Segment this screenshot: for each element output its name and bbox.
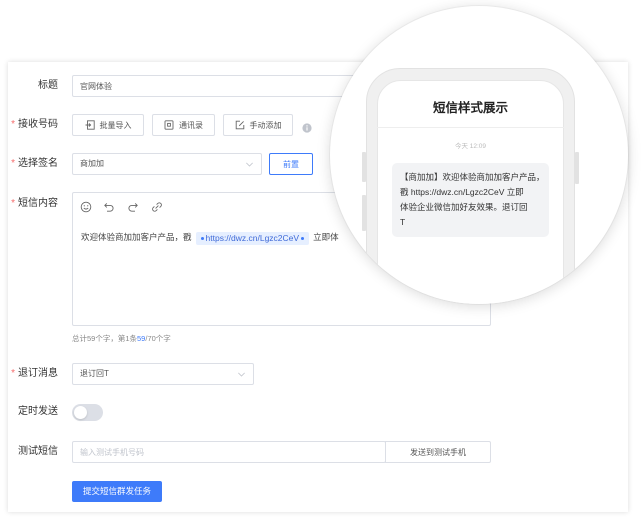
message-line: 戳 https://dwz.cn/Lgzc2CeV 立即 xyxy=(400,187,524,197)
chevron-down-icon xyxy=(246,162,253,167)
redo-icon[interactable] xyxy=(127,201,139,213)
message-line: 体验企业微信加好友效果。退订回 xyxy=(400,202,528,212)
test-phone-field[interactable] xyxy=(72,441,386,463)
preview-divider xyxy=(377,127,564,128)
title-label: 标题 xyxy=(8,75,58,97)
recipients-label: * 接收号码 xyxy=(8,114,58,136)
contacts-icon xyxy=(164,120,174,130)
undo-icon[interactable] xyxy=(103,201,115,213)
batch-import-button[interactable]: 批量导入 xyxy=(72,114,144,136)
edit-icon xyxy=(235,120,245,130)
page: 标题 *接收号码 批量导入 通讯录 手动添加 *选择签名 商加加 前置 xyxy=(0,0,642,532)
send-test-button[interactable]: 发送到测试手机 xyxy=(385,441,491,463)
test-sms-label-text: 测试短信 xyxy=(18,446,58,457)
contacts-label: 通讯录 xyxy=(179,120,203,130)
submit-task-button[interactable]: 提交短信群发任务 xyxy=(72,481,162,502)
char-counter: 总计59个字，第1条59/70个字 xyxy=(72,334,171,344)
recipients-label-text: 接收号码 xyxy=(18,119,58,130)
manual-add-label: 手动添加 xyxy=(249,120,282,130)
title-label-text: 标题 xyxy=(38,80,58,91)
phone-side-button xyxy=(575,152,579,184)
schedule-toggle[interactable] xyxy=(72,404,103,421)
token-dot xyxy=(301,237,305,240)
message-bubble: 【商加加】欢迎体验商加加客户产品， 戳 https://dwz.cn/Lgzc2… xyxy=(392,163,549,237)
short-link-text: https://dwz.cn/Lgzc2CeV xyxy=(205,233,300,243)
send-test-label: 发送到测试手机 xyxy=(410,447,466,457)
content-label-text: 短信内容 xyxy=(18,198,58,209)
content-text-before: 欢迎体验商加加客户产品，戳 xyxy=(81,232,192,242)
signature-select[interactable]: 商加加 xyxy=(72,153,262,175)
unsubscribe-label-text: 退订消息 xyxy=(18,368,58,379)
signature-value: 商加加 xyxy=(80,159,104,168)
test-sms-label: 测试短信 xyxy=(8,441,58,463)
signature-label: * 选择签名 xyxy=(8,153,58,175)
test-phone-input[interactable] xyxy=(73,442,385,462)
signature-position-button[interactable]: 前置 xyxy=(269,153,313,175)
info-icon[interactable] xyxy=(302,120,312,133)
content-text-after: 立即体 xyxy=(313,232,339,242)
preview-title: 短信样式展示 xyxy=(432,101,508,115)
short-link-token[interactable]: https://dwz.cn/Lgzc2CeV xyxy=(195,232,310,245)
message-timestamp: 今天 12:09 xyxy=(454,143,487,150)
contacts-button[interactable]: 通讯录 xyxy=(152,114,215,136)
signature-label-text: 选择签名 xyxy=(18,158,58,169)
signature-position-label: 前置 xyxy=(283,159,299,169)
batch-import-label: 批量导入 xyxy=(99,120,132,130)
token-dot xyxy=(200,237,204,240)
char-counter-suffix: /70个字 xyxy=(145,334,171,343)
message-line: 【商加加】欢迎体验商加加客户产品， xyxy=(400,172,545,182)
unsubscribe-value: 退订回T xyxy=(80,369,109,378)
unsubscribe-select[interactable]: 退订回T xyxy=(72,363,254,385)
link-icon[interactable] xyxy=(151,201,163,213)
chevron-down-icon xyxy=(238,372,245,377)
manual-add-button[interactable]: 手动添加 xyxy=(223,114,293,136)
schedule-label-text: 定时发送 xyxy=(18,406,58,417)
char-counter-prefix: 总计59个字，第1条 xyxy=(72,334,138,343)
message-line: T xyxy=(400,217,406,227)
schedule-label: 定时发送 xyxy=(8,401,58,423)
required-mark: * xyxy=(11,198,15,209)
sms-content-text[interactable]: 欢迎体验商加加客户产品，戳 https://dwz.cn/Lgzc2CeV 立即体 xyxy=(81,230,339,245)
required-mark: * xyxy=(11,368,15,379)
content-label: * 短信内容 xyxy=(8,193,58,215)
import-icon xyxy=(85,120,95,130)
required-mark: * xyxy=(11,158,15,169)
required-mark: * xyxy=(11,119,15,130)
unsubscribe-label: * 退订消息 xyxy=(8,363,58,385)
emoji-icon[interactable] xyxy=(80,201,92,213)
toggle-knob xyxy=(74,406,87,419)
preview-magnifier: 短信样式展示 今天 12:09 【商加加】欢迎体验商加加客户产品， 戳 http… xyxy=(330,6,628,304)
